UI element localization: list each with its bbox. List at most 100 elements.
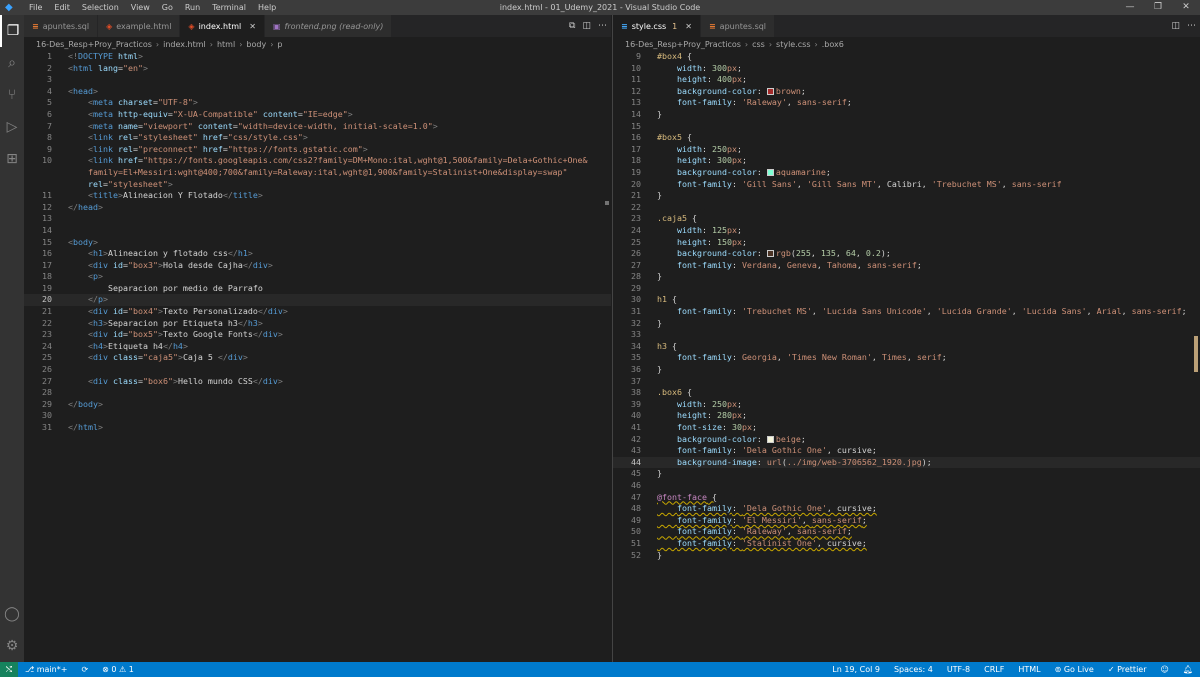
code-line[interactable]: 18 <p> bbox=[24, 271, 611, 283]
breadcrumb-item[interactable]: p bbox=[277, 40, 282, 49]
go-live-button[interactable]: ⊚ Go Live bbox=[1048, 665, 1101, 674]
code-line[interactable]: 29 </body> bbox=[24, 399, 611, 411]
editor-tab[interactable]: ≡ apuntes.sql bbox=[24, 15, 99, 37]
code-line[interactable]: 29 bbox=[613, 283, 1200, 295]
code-line[interactable]: 52} bbox=[613, 550, 1200, 562]
code-line[interactable]: 17 <div id="box3">Hola desde Cajha</div> bbox=[24, 260, 611, 272]
code-line[interactable]: 9 <link rel="preconnect" href="https://f… bbox=[24, 144, 611, 156]
search-icon[interactable]: ⌕ bbox=[0, 47, 24, 79]
code-line[interactable]: 26 background-color: rgb(255, 135, 64, 0… bbox=[613, 248, 1200, 260]
code-line[interactable]: 34 h3 { bbox=[613, 341, 1200, 353]
code-line[interactable]: 25 height: 150px; bbox=[613, 237, 1200, 249]
code-line[interactable]: 5 <meta charset="UTF-8"> bbox=[24, 97, 611, 109]
code-line[interactable]: 1 <!DOCTYPE html> bbox=[24, 51, 611, 63]
maximize-button[interactable]: ❐ bbox=[1144, 0, 1172, 15]
more-actions-icon[interactable]: ⋯ bbox=[598, 21, 607, 31]
breadcrumb-item[interactable]: index.html bbox=[163, 40, 206, 49]
code-line[interactable]: 35 font-family: Georgia, 'Times New Roma… bbox=[613, 352, 1200, 364]
code-line[interactable]: 41 font-size: 30px; bbox=[613, 422, 1200, 434]
code-line[interactable]: 13 font-family: 'Raleway', sans-serif; bbox=[613, 97, 1200, 109]
menu-edit[interactable]: Edit bbox=[48, 0, 76, 15]
menu-run[interactable]: Run bbox=[179, 0, 206, 15]
code-line[interactable]: 2 <html lang="en"> bbox=[24, 63, 611, 75]
left-code-editor[interactable]: 1 <!DOCTYPE html> 2 <html lang="en"> 3 4 <head… bbox=[24, 51, 611, 434]
code-line[interactable]: 40 height: 280px; bbox=[613, 410, 1200, 422]
code-line[interactable]: 15 <body> bbox=[24, 237, 611, 249]
breadcrumb-item[interactable]: 16-Des_Resp+Proy_Practicos bbox=[36, 40, 152, 49]
code-line[interactable]: 26 bbox=[24, 364, 611, 376]
menu-go[interactable]: Go bbox=[156, 0, 179, 15]
code-line[interactable]: 20 font-family: 'Gill Sans', 'Gill Sans … bbox=[613, 179, 1200, 191]
split-editor-right-icon[interactable]: ◫ bbox=[1171, 21, 1180, 31]
code-line[interactable]: 25 <div class="caja5">Caja 5 </div> bbox=[24, 352, 611, 364]
code-line[interactable]: 30 bbox=[24, 410, 611, 422]
code-line[interactable]: 16 #box5 { bbox=[613, 132, 1200, 144]
code-line[interactable]: 12 background-color: brown; bbox=[613, 86, 1200, 98]
editor-tab[interactable]: ≡ apuntes.sql bbox=[700, 15, 776, 37]
encoding[interactable]: UTF-8 bbox=[940, 665, 977, 674]
line-ending[interactable]: CRLF bbox=[977, 665, 1011, 674]
sync-icon[interactable]: ⟳ bbox=[74, 665, 95, 674]
right-code-editor[interactable]: 9 #box4 {10 width: 300px; 11 height: 400px… bbox=[613, 51, 1200, 561]
code-line[interactable]: 44 background-image: url(../img/web-3706… bbox=[613, 456, 1200, 469]
source-control-icon[interactable]: ⑂ bbox=[0, 79, 24, 111]
right-scrollbar[interactable] bbox=[1190, 51, 1200, 662]
cursor-position[interactable]: Ln 19, Col 9 bbox=[825, 665, 887, 674]
code-line[interactable]: 11 height: 400px; bbox=[613, 74, 1200, 86]
menu-terminal[interactable]: Terminal bbox=[206, 0, 252, 15]
problems-indicator[interactable]: ⊗ 0 ⚠ 1 bbox=[95, 665, 141, 674]
code-line[interactable]: 6 <meta http-equiv="X-UA-Compatible" con… bbox=[24, 109, 611, 121]
code-line[interactable]: 51 font-family: 'Stalinist One', cursive… bbox=[613, 538, 1200, 550]
color-swatch[interactable] bbox=[766, 250, 774, 258]
code-line[interactable]: 27 <div class="box6">Hello mundo CSS</di… bbox=[24, 376, 611, 388]
editor-tab[interactable]: ≡ style.css 1 ✕ bbox=[613, 15, 701, 37]
code-line[interactable]: 24 width: 125px; bbox=[613, 225, 1200, 237]
left-scrollbar[interactable] bbox=[601, 51, 611, 662]
code-line[interactable]: 14 bbox=[24, 225, 611, 237]
settings-gear-icon[interactable]: ⚙ bbox=[0, 630, 24, 662]
breadcrumb-item[interactable]: css bbox=[752, 40, 765, 49]
code-line[interactable]: 15 bbox=[613, 121, 1200, 133]
code-line[interactable]: 11 <title>Alineacion Y Flotado</title> bbox=[24, 190, 611, 202]
color-swatch[interactable] bbox=[766, 168, 774, 176]
code-line[interactable]: 18 height: 300px; bbox=[613, 155, 1200, 167]
code-line[interactable]: 24 <h4>Etiqueta h4</h4> bbox=[24, 341, 611, 353]
code-line[interactable]: 39 width: 250px; bbox=[613, 399, 1200, 411]
language-mode[interactable]: HTML bbox=[1011, 665, 1047, 674]
code-line[interactable]: 23 <div id="box5">Texto Google Fonts</di… bbox=[24, 329, 611, 341]
code-line[interactable]: 31 font-family: 'Trebuchet MS', 'Lucida … bbox=[613, 306, 1200, 318]
editor-tab[interactable]: ▣ frontend.png (read-only) bbox=[264, 15, 393, 37]
branch-indicator[interactable]: ⎇ main*+ bbox=[18, 665, 74, 674]
code-line[interactable]: 48 font-family: 'Dela Gothic One', cursi… bbox=[613, 503, 1200, 515]
code-line[interactable]: 30 h1 { bbox=[613, 294, 1200, 306]
code-line[interactable]: 19 background-color: aquamarine; bbox=[613, 167, 1200, 179]
close-window-button[interactable]: ✕ bbox=[1172, 0, 1200, 15]
extensions-icon[interactable]: ⊞ bbox=[0, 143, 24, 175]
code-line[interactable]: 8 <link rel="stylesheet" href="css/style… bbox=[24, 132, 611, 144]
code-line[interactable]: 10 width: 300px; bbox=[613, 63, 1200, 75]
code-line[interactable]: 32} bbox=[613, 318, 1200, 330]
code-line[interactable]: 10 <link href="https://fonts.googleapis.… bbox=[24, 155, 611, 167]
account-icon[interactable]: ◯ bbox=[0, 598, 24, 630]
code-line[interactable]: 4 <head> bbox=[24, 86, 611, 98]
code-line[interactable]: 49 font-family: 'El Messiri', sans-serif… bbox=[613, 515, 1200, 527]
code-line[interactable]: 33 bbox=[613, 329, 1200, 341]
code-line[interactable]: 7 <meta name="viewport" content="width=d… bbox=[24, 121, 611, 133]
remote-indicator-icon[interactable]: ⤭ bbox=[0, 662, 18, 677]
close-tab-icon[interactable]: ✕ bbox=[685, 22, 692, 31]
code-line[interactable]: 36} bbox=[613, 364, 1200, 376]
code-line[interactable]: 16 <h1>Alineacion y flotado css</h1> bbox=[24, 248, 611, 260]
code-line[interactable]: 12 </head> bbox=[24, 202, 611, 214]
minimize-button[interactable]: — bbox=[1116, 0, 1144, 15]
code-line[interactable]: 21 <div id="box4">Texto Personalizado</d… bbox=[24, 306, 611, 318]
code-line[interactable]: family=El+Messiri:wght@400;700&family=Ra… bbox=[24, 167, 611, 179]
split-editor-icon[interactable]: ◫ bbox=[582, 21, 591, 31]
code-line[interactable]: 3 bbox=[24, 74, 611, 86]
menu-view[interactable]: View bbox=[125, 0, 156, 15]
more-actions-right-icon[interactable]: ⋯ bbox=[1187, 21, 1196, 31]
code-line[interactable]: 47 @font-face { bbox=[613, 492, 1200, 504]
code-line[interactable]: 45} bbox=[613, 468, 1200, 480]
breadcrumb-item[interactable]: style.css bbox=[776, 40, 810, 49]
notifications-bell-icon[interactable]: 🔔︎ bbox=[1176, 665, 1200, 674]
code-line[interactable]: 28 bbox=[24, 387, 611, 399]
